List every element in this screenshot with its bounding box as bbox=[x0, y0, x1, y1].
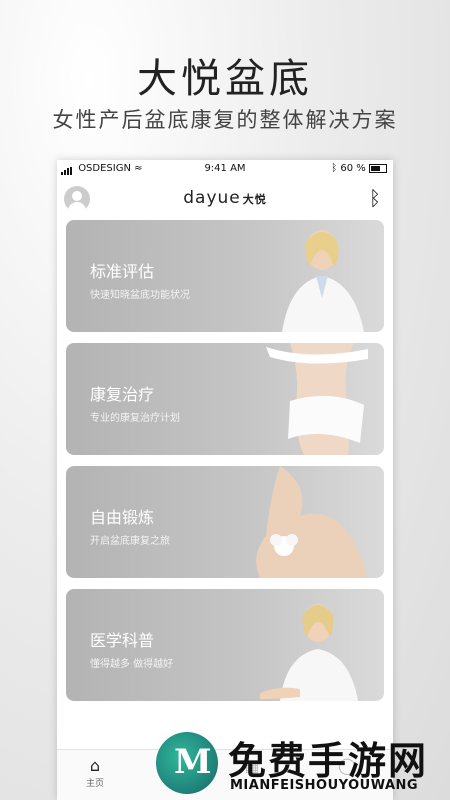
card-exercise[interactable]: 自由锻炼 开启盆底康复之旅 bbox=[66, 466, 384, 578]
doctor-presenting-image bbox=[260, 604, 358, 701]
watermark-cn: 免费手游网 bbox=[228, 739, 429, 783]
logo-text: dayue bbox=[183, 188, 241, 208]
doctor-image bbox=[282, 230, 364, 332]
body-image bbox=[266, 343, 368, 455]
card-assessment[interactable]: 标准评估 快速知晓盆底功能状况 bbox=[66, 220, 384, 332]
card-subtitle: 专业的康复治疗计划 bbox=[90, 413, 180, 424]
watermark-logo-letter: M bbox=[174, 742, 212, 782]
card-title: 标准评估 bbox=[90, 262, 155, 281]
hero-subtitle: 女性产后盆底康复的整体解决方案 bbox=[52, 108, 398, 132]
card-title: 医学科普 bbox=[90, 631, 155, 650]
phone-screen: OSDESIGN ≈ 9:41 AM ᛒ 60 % dayue 大悦 ᛒ 标准评估… bbox=[57, 160, 393, 800]
card-subtitle: 开启盆底康复之旅 bbox=[90, 536, 170, 547]
nav-bar: dayue 大悦 ᛒ bbox=[57, 180, 393, 222]
hero-title: 大悦盆底 bbox=[137, 56, 313, 102]
battery-icon bbox=[369, 163, 387, 173]
status-bar: OSDESIGN ≈ 9:41 AM ᛒ 60 % bbox=[57, 160, 393, 178]
watermark-logo: M bbox=[156, 732, 218, 794]
card-title: 自由锻炼 bbox=[90, 508, 155, 527]
battery-label: 60 % bbox=[340, 163, 366, 174]
card-treatment[interactable]: 康复治疗 专业的康复治疗计划 bbox=[66, 343, 384, 455]
watermark: M 免费手游网 MIANFEISHOUYOUWANG bbox=[150, 728, 450, 800]
bluetooth-icon[interactable]: ᛒ bbox=[369, 186, 381, 210]
card-subtitle: 懂得越多 做得越好 bbox=[90, 659, 174, 670]
card-education[interactable]: 医学科普 懂得越多 做得越好 bbox=[66, 589, 384, 701]
card-subtitle: 快速知晓盆底功能状况 bbox=[90, 290, 190, 301]
tab-home[interactable]: ⌂ 主页 bbox=[65, 756, 125, 789]
bluetooth-small-icon: ᛒ bbox=[331, 163, 338, 174]
body-flower-image bbox=[256, 466, 366, 578]
card-title: 康复治疗 bbox=[90, 385, 155, 404]
status-right: ᛒ 60 % bbox=[331, 163, 387, 174]
tab-home-label: 主页 bbox=[85, 779, 104, 789]
watermark-en: MIANFEISHOUYOUWANG bbox=[230, 778, 419, 793]
home-icon: ⌂ bbox=[89, 756, 101, 775]
app-logo: dayue 大悦 bbox=[57, 188, 393, 208]
logo-cn: 大悦 bbox=[242, 193, 267, 206]
